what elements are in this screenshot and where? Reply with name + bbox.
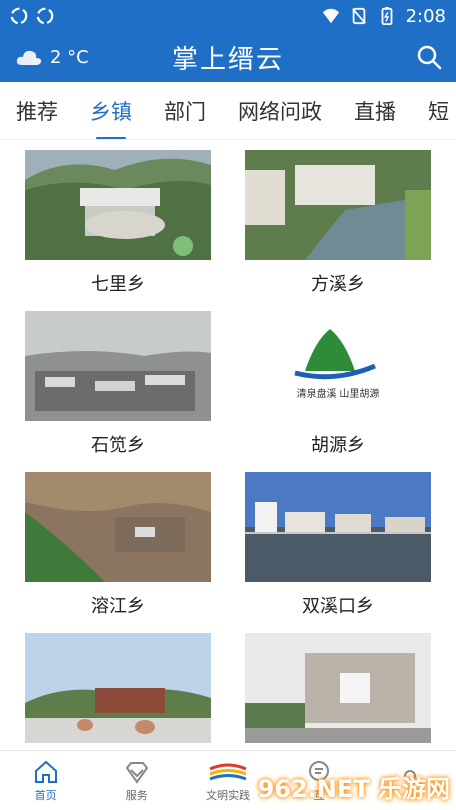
tab-online-politics[interactable]: 网络问政 xyxy=(238,96,322,126)
home-icon xyxy=(34,760,57,783)
town-name: 石笕乡 xyxy=(91,435,145,456)
tab-towns[interactable]: 乡镇 xyxy=(90,96,132,126)
town-name xyxy=(25,743,211,750)
watermark: 962.NET 乐游网 xyxy=(257,775,450,803)
search-icon[interactable] xyxy=(416,44,442,70)
tab-short[interactable]: 短 xyxy=(428,96,449,126)
status-bar: 2:08 xyxy=(0,0,456,32)
town-card-rongjiang[interactable]: 溶江乡 xyxy=(25,472,211,632)
town-card-shijian[interactable]: 石笕乡 xyxy=(25,311,211,471)
town-grid: 七里乡 方溪乡 石笕乡 清泉盘溪 山里胡源 胡源乡 溶江乡 双溪口乡 xyxy=(0,150,456,750)
town-name: 七里乡 xyxy=(91,274,145,295)
town-photo xyxy=(25,150,211,260)
town-photo xyxy=(245,633,431,743)
town-card-shuangxikou[interactable]: 双溪口乡 xyxy=(245,472,431,632)
wifi-icon xyxy=(322,8,339,24)
nav-service[interactable]: 服务 xyxy=(97,759,177,803)
sync-icon xyxy=(10,7,28,25)
town-card-huyuan[interactable]: 清泉盘溪 山里胡源 胡源乡 xyxy=(245,311,431,471)
town-photo xyxy=(245,150,431,260)
civilization-logo xyxy=(209,763,247,780)
category-tabs: 推荐 乡镇 部门 网络问政 直播 短 xyxy=(0,82,456,140)
town-logo-text: 清泉盘溪 山里胡源 xyxy=(297,387,380,400)
town-name: 方溪乡 xyxy=(311,274,365,295)
town-photo xyxy=(25,633,211,743)
battery-icon xyxy=(381,7,392,25)
cloud-icon xyxy=(16,50,42,65)
sync-icon xyxy=(36,7,54,25)
town-logo: 清泉盘溪 山里胡源 xyxy=(245,311,431,421)
town-card-fangxi[interactable]: 方溪乡 xyxy=(245,150,431,310)
town-name: 双溪口乡 xyxy=(302,596,374,617)
town-photo xyxy=(25,472,211,582)
tab-departments[interactable]: 部门 xyxy=(164,96,206,126)
town-name: 胡源乡 xyxy=(311,435,365,456)
town-name xyxy=(245,743,431,750)
no-sim-icon xyxy=(351,7,366,25)
weather-temperature: 2 °C xyxy=(50,46,89,68)
nav-label: 服务 xyxy=(125,788,148,802)
app-header: 2 °C 掌上缙云 xyxy=(0,32,456,82)
nav-label: 文明实践 xyxy=(205,788,250,802)
town-name: 溶江乡 xyxy=(91,596,145,617)
diamond-icon xyxy=(125,761,149,784)
town-card[interactable] xyxy=(25,633,211,750)
nav-home[interactable]: 首页 xyxy=(6,759,86,803)
town-card-qili[interactable]: 七里乡 xyxy=(25,150,211,310)
status-time: 2:08 xyxy=(405,5,446,27)
nav-label: 首页 xyxy=(34,788,57,802)
town-photo xyxy=(25,311,211,421)
nav-civilization[interactable]: 文明实践 xyxy=(188,759,268,803)
weather-widget[interactable]: 2 °C xyxy=(16,32,89,82)
town-photo xyxy=(245,472,431,582)
town-card[interactable] xyxy=(245,633,431,750)
tab-recommend[interactable]: 推荐 xyxy=(16,96,58,126)
tab-live[interactable]: 直播 xyxy=(354,96,396,126)
